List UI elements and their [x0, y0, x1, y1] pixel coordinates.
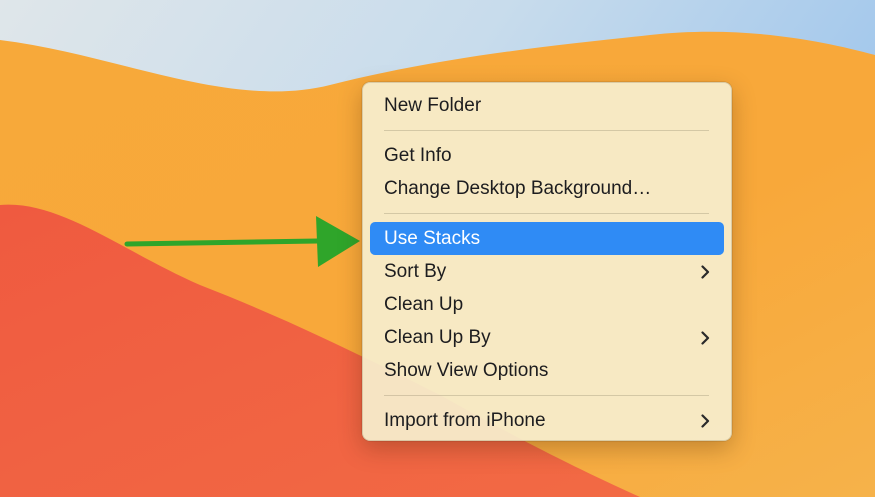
menu-item-label: Sort By	[384, 261, 447, 282]
menu-item-import-from-iphone[interactable]: Import from iPhone	[370, 404, 724, 437]
menu-item-new-folder[interactable]: New Folder	[370, 89, 724, 122]
menu-item-label: Use Stacks	[384, 228, 481, 249]
chevron-right-icon	[701, 321, 710, 354]
menu-item-clean-up[interactable]: Clean Up	[370, 288, 724, 321]
menu-item-change-desktop-background[interactable]: Change Desktop Background…	[370, 172, 724, 205]
menu-item-label: Show View Options	[384, 360, 549, 381]
menu-item-get-info[interactable]: Get Info	[370, 139, 724, 172]
menu-item-use-stacks[interactable]: Use Stacks	[370, 222, 724, 255]
menu-separator	[384, 130, 709, 131]
menu-item-clean-up-by[interactable]: Clean Up By	[370, 321, 724, 354]
menu-item-show-view-options[interactable]: Show View Options	[370, 354, 724, 387]
menu-item-label: Clean Up	[384, 294, 464, 315]
menu-separator	[384, 213, 709, 214]
menu-item-sort-by[interactable]: Sort By	[370, 255, 724, 288]
menu-item-label: New Folder	[384, 95, 482, 116]
menu-item-label: Clean Up By	[384, 327, 491, 348]
desktop-context-menu: New Folder Get Info Change Desktop Backgro…	[362, 82, 732, 441]
chevron-right-icon	[701, 404, 710, 437]
menu-item-label: Import from iPhone	[384, 410, 546, 431]
chevron-right-icon	[701, 255, 710, 288]
menu-item-label: Get Info	[384, 145, 452, 166]
menu-item-label: Change Desktop Background…	[384, 178, 652, 199]
menu-separator	[384, 395, 709, 396]
